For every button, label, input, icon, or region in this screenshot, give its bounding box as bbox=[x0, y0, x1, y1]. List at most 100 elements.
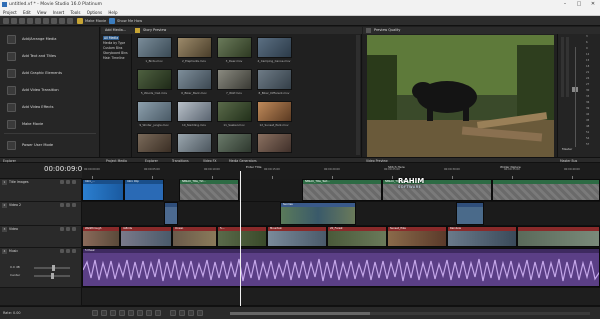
make-movie-icon[interactable] bbox=[77, 18, 83, 24]
clip[interactable]: Intro_... bbox=[82, 179, 124, 201]
menu-insert[interactable]: Insert bbox=[53, 10, 64, 15]
add-transition-item[interactable]: Add Video Transition bbox=[4, 82, 98, 99]
track-header-4[interactable]: 4 Music 0.0 dB Center bbox=[0, 248, 82, 288]
track-name[interactable]: Video bbox=[9, 227, 18, 231]
lane-title-images[interactable]: Intro_... Intro Clip NBSAU_Title_Txt... … bbox=[82, 179, 600, 202]
media-thumb[interactable] bbox=[177, 37, 212, 58]
fx-icon[interactable] bbox=[72, 227, 76, 231]
clip[interactable]: 5-... bbox=[217, 226, 267, 247]
minimize-button[interactable]: – bbox=[558, 0, 572, 9]
media-thumb[interactable] bbox=[137, 101, 172, 122]
solo-icon[interactable] bbox=[66, 227, 70, 231]
undo-icon[interactable] bbox=[27, 18, 33, 24]
add-effects-item[interactable]: Add Video Effects bbox=[4, 99, 98, 116]
media-thumb[interactable] bbox=[257, 133, 292, 153]
mute-icon[interactable] bbox=[60, 203, 64, 207]
clip[interactable] bbox=[517, 226, 600, 247]
volume-slider-thumb[interactable] bbox=[52, 265, 55, 271]
clip[interactable]: 4-Birds bbox=[120, 226, 172, 247]
marker-wilder-nature[interactable]: Wilder Nature bbox=[500, 165, 521, 169]
story-preview-button[interactable]: Story Preview bbox=[143, 27, 166, 34]
preview-quality-dropdown[interactable]: Preview Quality bbox=[374, 27, 400, 34]
clip[interactable]: NBSAU_Title_Text... bbox=[302, 179, 382, 201]
clip[interactable]: 20_Forest bbox=[327, 226, 387, 247]
selection-tool-icon[interactable] bbox=[188, 310, 194, 316]
track-header-1[interactable]: 1 Title Images bbox=[0, 179, 82, 202]
go-to-end-icon[interactable] bbox=[155, 310, 161, 316]
clip[interactable]: Mountain bbox=[267, 226, 327, 247]
tree-item-all-media[interactable]: All Media bbox=[103, 36, 120, 40]
solo-icon[interactable] bbox=[66, 180, 70, 184]
solo-icon[interactable] bbox=[66, 249, 70, 253]
solo-icon[interactable] bbox=[66, 203, 70, 207]
music-clip[interactable]: 5 Music bbox=[82, 248, 600, 287]
tree-item-storyboard-bins[interactable]: Storyboard Bins bbox=[103, 51, 128, 55]
tree-item-main-timeline[interactable]: Main Timeline bbox=[103, 56, 125, 60]
clip[interactable]: NBSAU_Title_Txt... bbox=[179, 179, 239, 201]
make-movie-item[interactable]: Make Movie bbox=[4, 116, 98, 133]
track-name[interactable]: Title Images bbox=[9, 180, 29, 184]
marker-stitch-here[interactable]: Stitch Here bbox=[388, 165, 405, 169]
power-user-item[interactable]: Power User Mode bbox=[4, 137, 98, 154]
lane-video[interactable]: Walkthrough 4-Birds Ocean 5-... Mountain… bbox=[82, 226, 600, 248]
new-project-icon[interactable] bbox=[3, 18, 9, 24]
save-icon[interactable] bbox=[19, 18, 25, 24]
clip[interactable]: Ocean bbox=[172, 226, 217, 247]
menu-tools[interactable]: Tools bbox=[71, 10, 81, 15]
clip[interactable]: Sunrise bbox=[280, 202, 356, 225]
play-icon[interactable] bbox=[119, 310, 125, 316]
menu-project[interactable]: Project bbox=[3, 10, 17, 15]
media-thumb[interactable] bbox=[137, 37, 172, 58]
preview-settings-icon[interactable] bbox=[366, 28, 371, 33]
close-button[interactable]: ✕ bbox=[586, 0, 600, 9]
make-movie-button[interactable]: Make Movie bbox=[85, 16, 106, 26]
maximize-button[interactable]: □ bbox=[572, 0, 586, 9]
fx-icon[interactable] bbox=[72, 180, 76, 184]
redo-icon[interactable] bbox=[35, 18, 41, 24]
track-name[interactable]: Video 2 bbox=[9, 203, 21, 207]
media-thumb[interactable] bbox=[217, 69, 252, 90]
copy-icon[interactable] bbox=[51, 18, 57, 24]
clip[interactable]: Intro Clip bbox=[124, 179, 164, 201]
add-text-item[interactable]: Add Text and Titles bbox=[4, 48, 98, 65]
media-thumb[interactable] bbox=[137, 69, 172, 90]
pause-icon[interactable] bbox=[128, 310, 134, 316]
play-from-start-icon[interactable] bbox=[110, 310, 116, 316]
media-thumb[interactable] bbox=[257, 37, 292, 58]
clip[interactable] bbox=[164, 202, 178, 225]
track-name[interactable]: Music bbox=[9, 249, 18, 253]
media-thumb[interactable] bbox=[257, 69, 292, 90]
media-thumb[interactable] bbox=[177, 69, 212, 90]
clip[interactable]: Sunset_Hike bbox=[387, 226, 447, 247]
track-header-3[interactable]: 3 Video bbox=[0, 226, 82, 248]
show-me-how-button[interactable]: Show Me How bbox=[117, 16, 142, 26]
snap-icon[interactable] bbox=[197, 310, 203, 316]
clip[interactable]: Rainbow bbox=[447, 226, 517, 247]
menu-help[interactable]: Help bbox=[108, 10, 117, 15]
stop-icon[interactable] bbox=[137, 310, 143, 316]
media-thumb[interactable] bbox=[137, 133, 172, 153]
media-thumb[interactable] bbox=[177, 133, 212, 153]
pan-slider-thumb[interactable] bbox=[51, 273, 54, 279]
fx-icon[interactable] bbox=[72, 249, 76, 253]
tree-item-custom-bins[interactable]: Custom Bins bbox=[103, 46, 122, 50]
clip[interactable]: Walkthrough bbox=[82, 226, 120, 247]
go-to-start-icon[interactable] bbox=[146, 310, 152, 316]
fx-icon[interactable] bbox=[72, 203, 76, 207]
open-icon[interactable] bbox=[11, 18, 17, 24]
time-ruler[interactable]: 00:00:00:00 00:00:05:00 00:00:10:00 00:0… bbox=[82, 163, 600, 179]
marker-enter-title[interactable]: Enter Title bbox=[246, 165, 261, 169]
playhead[interactable] bbox=[240, 171, 241, 306]
help-icon[interactable] bbox=[109, 18, 115, 24]
media-thumb[interactable] bbox=[217, 101, 252, 122]
clip[interactable] bbox=[492, 179, 600, 201]
menu-view[interactable]: View bbox=[37, 10, 47, 15]
cut-icon[interactable] bbox=[43, 18, 49, 24]
add-media-button[interactable]: Add Media... bbox=[101, 27, 132, 34]
paste-icon[interactable] bbox=[59, 18, 65, 24]
clip[interactable] bbox=[456, 202, 484, 225]
mute-icon[interactable] bbox=[60, 180, 64, 184]
menu-edit[interactable]: Edit bbox=[23, 10, 31, 15]
media-thumb[interactable] bbox=[217, 133, 252, 153]
add-graphics-item[interactable]: Add Graphic Elements bbox=[4, 65, 98, 82]
